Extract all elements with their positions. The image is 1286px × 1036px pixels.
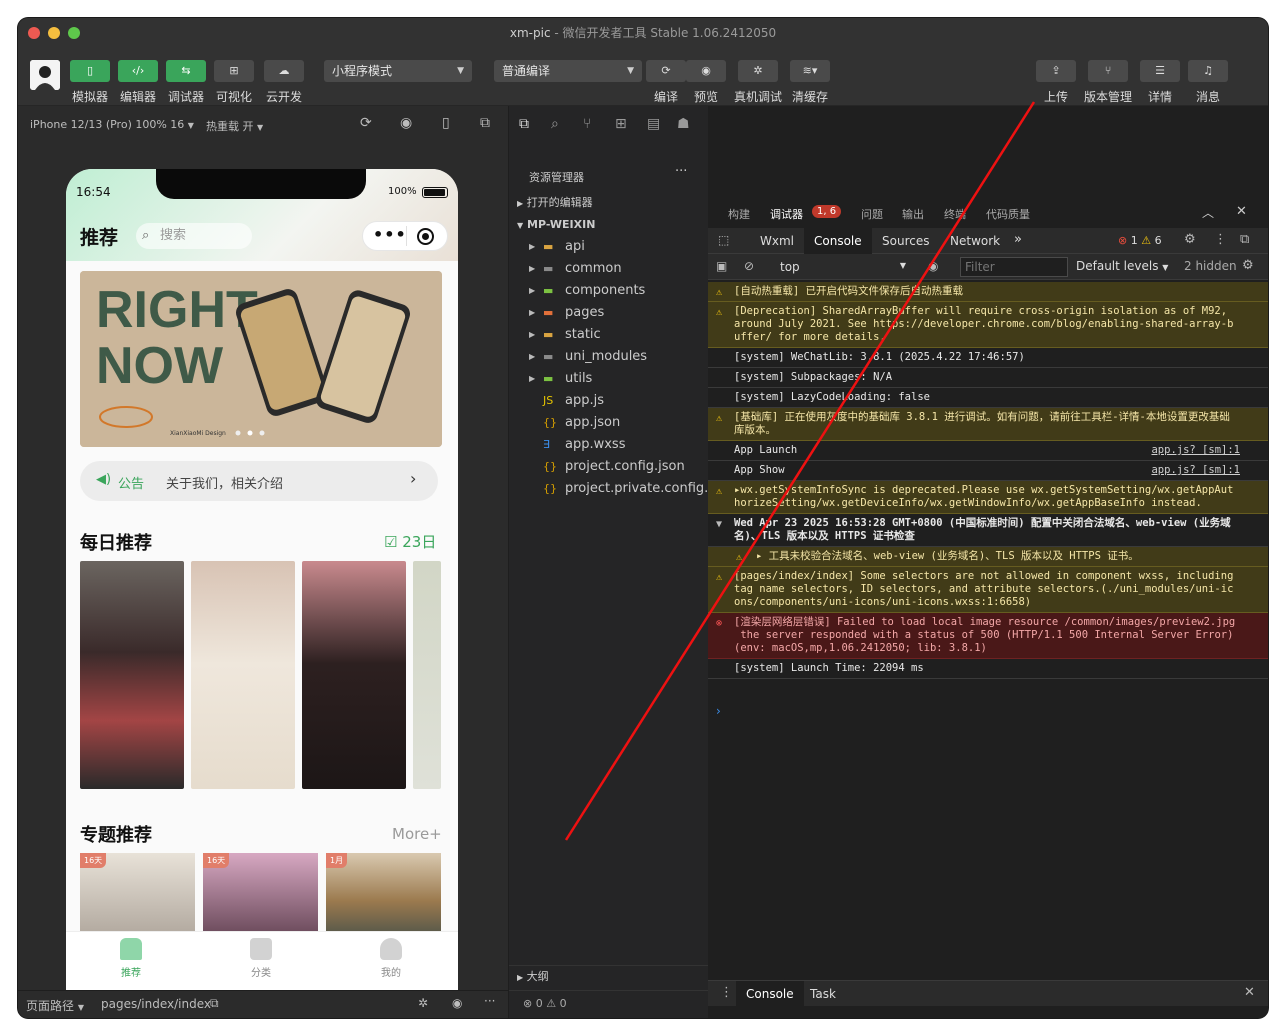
devtools-window: xm-pic - 微信开发者工具 Stable 1.06.2412050 ▯ 模… [18,18,1268,1018]
annotation-line [564,101,1036,841]
